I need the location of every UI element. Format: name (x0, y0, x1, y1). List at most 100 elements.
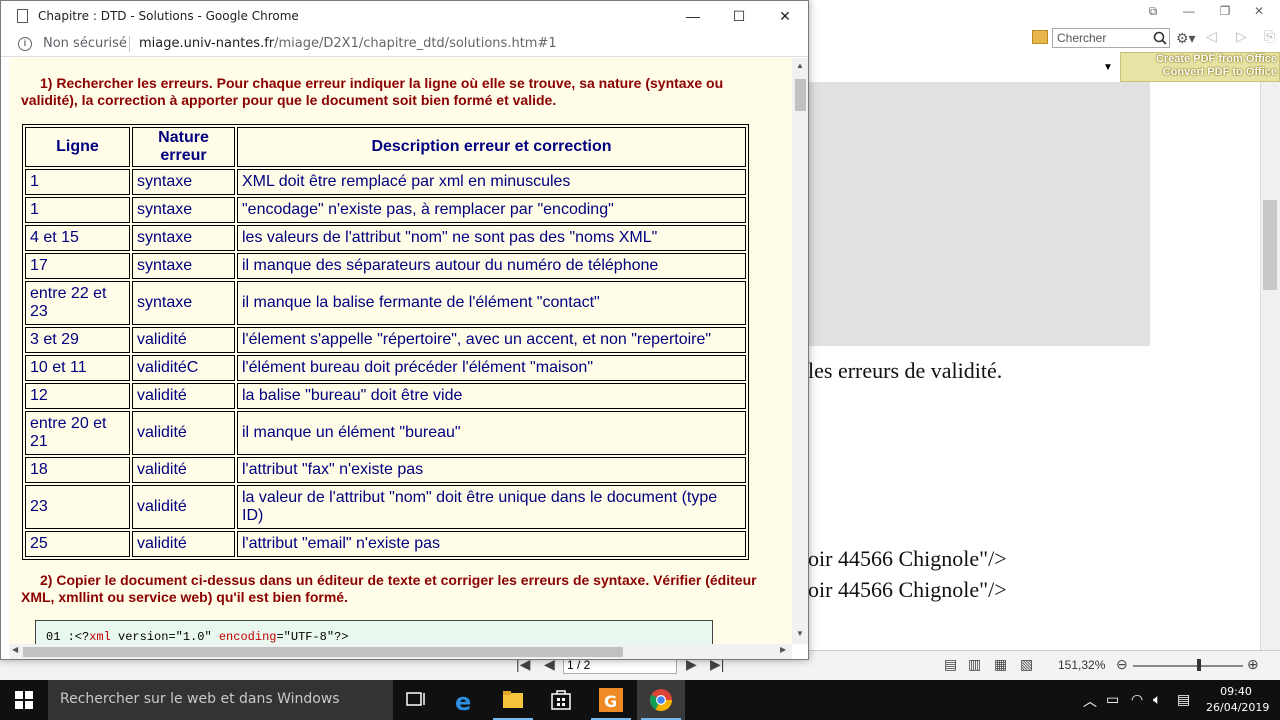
table-row: entre 22 et 23 syntaxe il manque la bali… (25, 281, 746, 325)
question-2: 2) Copier le document ci-dessus dans un … (21, 572, 757, 605)
edge-button[interactable]: e (441, 680, 489, 720)
scroll-down-icon[interactable]: ▼ (796, 629, 804, 638)
title-bar[interactable]: Chapitre : DTD - Solutions - Google Chro… (1, 1, 808, 31)
vertical-scrollbar[interactable] (792, 58, 808, 644)
task-view-icon (406, 692, 425, 706)
document-code-line: oir 44566 Chignole"/> (808, 546, 1007, 571)
page-content: 1) Rechercher les erreurs. Pour chaque e… (9, 58, 792, 644)
next-page-icon[interactable]: ▷ (1236, 28, 1247, 45)
cell-ligne: 17 (25, 253, 130, 279)
document-page (808, 392, 1150, 650)
cell-description: l'élement s'appelle "répertoire", avec u… (237, 327, 746, 353)
horizontal-scroll-thumb[interactable] (23, 647, 623, 657)
address-bar[interactable]: i Non sécurisé miage.univ-nantes.fr/miag… (1, 31, 808, 57)
single-page-view-icon[interactable]: ▤ (944, 656, 957, 673)
cell-description: "encodage" n'existe pas, à remplacer par… (237, 197, 746, 223)
code-keyword: xml (89, 630, 111, 644)
vertical-scroll-thumb[interactable] (795, 79, 806, 111)
cell-description: il manque des séparateurs autour du numé… (237, 253, 746, 279)
taskbar-search-placeholder: Rechercher sur le web et dans Windows (60, 691, 340, 707)
cell-nature: validité (132, 531, 235, 557)
file-explorer-button[interactable] (489, 680, 537, 720)
gear-icon[interactable]: ⚙▾ (1176, 30, 1196, 47)
cell-nature: syntaxe (132, 225, 235, 251)
minimize-button[interactable]: — (670, 1, 716, 31)
chrome-button[interactable] (637, 680, 685, 720)
notification-icon[interactable]: ▤ (1177, 691, 1190, 708)
svg-text:G: G (604, 692, 617, 711)
close-button[interactable]: ✕ (762, 1, 808, 31)
cell-ligne: entre 20 et 21 (25, 411, 130, 455)
document-margin (1150, 82, 1260, 650)
table-row: 4 et 15 syntaxe les valeurs de l'attribu… (25, 225, 746, 251)
continuous-view-icon[interactable]: ▥ (968, 656, 981, 673)
cell-description: l'attribut "fax" n'existe pas (237, 457, 746, 483)
volume-icon[interactable]: 🔈︎ (1153, 691, 1161, 708)
cell-ligne: 10 et 11 (25, 355, 130, 381)
reader-minimize-icon[interactable]: — (1182, 4, 1196, 18)
pdf-app-button[interactable]: G (587, 680, 635, 720)
task-view-button[interactable] (392, 680, 440, 720)
table-row: 17 syntaxe il manque des séparateurs aut… (25, 253, 746, 279)
reader-maximize-icon[interactable]: ❐ (1218, 4, 1232, 18)
start-button[interactable] (0, 680, 48, 720)
cell-nature: syntaxe (132, 253, 235, 279)
clock-date: 26/04/2019 (1206, 701, 1270, 714)
chevron-down-icon[interactable]: ▼ (1103, 62, 1113, 73)
security-indicator[interactable]: Non sécurisé (43, 36, 127, 51)
zoom-slider[interactable] (1133, 665, 1243, 667)
table-row: 25 validité l'attribut "email" n'existe … (25, 531, 746, 557)
pdf-promo-banner[interactable]: Create PDF from Office Convert PDF to Of… (1120, 52, 1280, 82)
reader-restore-icon[interactable]: ⧉ (1146, 4, 1160, 19)
cell-description: il manque la balise fermante de l'élémen… (237, 281, 746, 325)
folder-icon (503, 691, 523, 708)
cell-ligne: 23 (25, 485, 130, 529)
page-icon (17, 9, 28, 23)
table-row: 23 validité la valeur de l'attribut "nom… (25, 485, 746, 529)
cell-ligne: entre 22 et 23 (25, 281, 130, 325)
tray-expand-icon[interactable]: ︿ (1083, 691, 1097, 711)
windows-logo-icon (15, 691, 23, 699)
zoom-out-icon[interactable]: ⊖ (1116, 656, 1128, 673)
code-keyword: encoding (218, 630, 277, 644)
zoom-slider-thumb[interactable] (1197, 659, 1201, 671)
reader-close-icon[interactable]: ✕ (1252, 4, 1266, 18)
cell-description: il manque un élément "bureau" (237, 411, 746, 455)
battery-icon[interactable]: ▭ (1106, 691, 1119, 708)
scroll-up-icon[interactable]: ▲ (796, 61, 804, 70)
maximize-button[interactable]: ☐ (716, 1, 762, 31)
clock[interactable]: 09:40 26/04/2019 (1206, 684, 1270, 716)
table-header-row: Ligne Nature erreur Description erreur e… (25, 127, 746, 167)
previous-page-icon[interactable]: ◁ (1206, 28, 1217, 45)
zoom-in-icon[interactable]: ⊕ (1247, 656, 1259, 673)
address-separator (129, 36, 130, 52)
reader-scroll-thumb[interactable] (1263, 200, 1277, 290)
folder-icon[interactable] (1032, 30, 1048, 44)
edge-icon: e (455, 688, 471, 716)
url-text[interactable]: miage.univ-nantes.fr/miage/D2X1/chapitre… (139, 36, 557, 51)
code-prefix: 01 :<? (46, 630, 90, 644)
scroll-left-icon[interactable]: ◀ (12, 645, 18, 654)
table-row: 12 validité la balise "bureau" doit être… (25, 383, 746, 409)
two-page-view-icon[interactable]: ▦ (994, 656, 1007, 673)
search-icon[interactable] (1152, 30, 1168, 46)
cell-nature: validité (132, 411, 235, 455)
info-icon[interactable]: i (18, 37, 32, 51)
document-code-line: oir 44566 Chignole"/> (808, 577, 1007, 602)
windows-logo-icon (25, 691, 33, 699)
bookmark-icon[interactable]: ⎘ (1264, 28, 1275, 45)
reader-vertical-scrollbar[interactable] (1260, 82, 1280, 650)
store-button[interactable] (537, 680, 585, 720)
table-row: 10 et 11 validitéC l'élément bureau doit… (25, 355, 746, 381)
code-text: version="1.0" (110, 630, 219, 644)
taskbar-search[interactable]: Rechercher sur le web et dans Windows (48, 680, 393, 720)
wifi-icon[interactable]: ◠ (1131, 691, 1143, 708)
two-page-continuous-icon[interactable]: ▧ (1020, 656, 1033, 673)
url-host: miage.univ-nantes.fr (139, 36, 275, 51)
scroll-right-icon[interactable]: ▶ (780, 645, 786, 654)
chrome-window: Chapitre : DTD - Solutions - Google Chro… (0, 0, 809, 660)
code-text: ="UTF-8"?> (276, 630, 349, 644)
table-row: 1 syntaxe "encodage" n'existe pas, à rem… (25, 197, 746, 223)
table-row: 18 validité l'attribut "fax" n'existe pa… (25, 457, 746, 483)
pdf-banner-line1: Create PDF from Office (1155, 53, 1277, 65)
